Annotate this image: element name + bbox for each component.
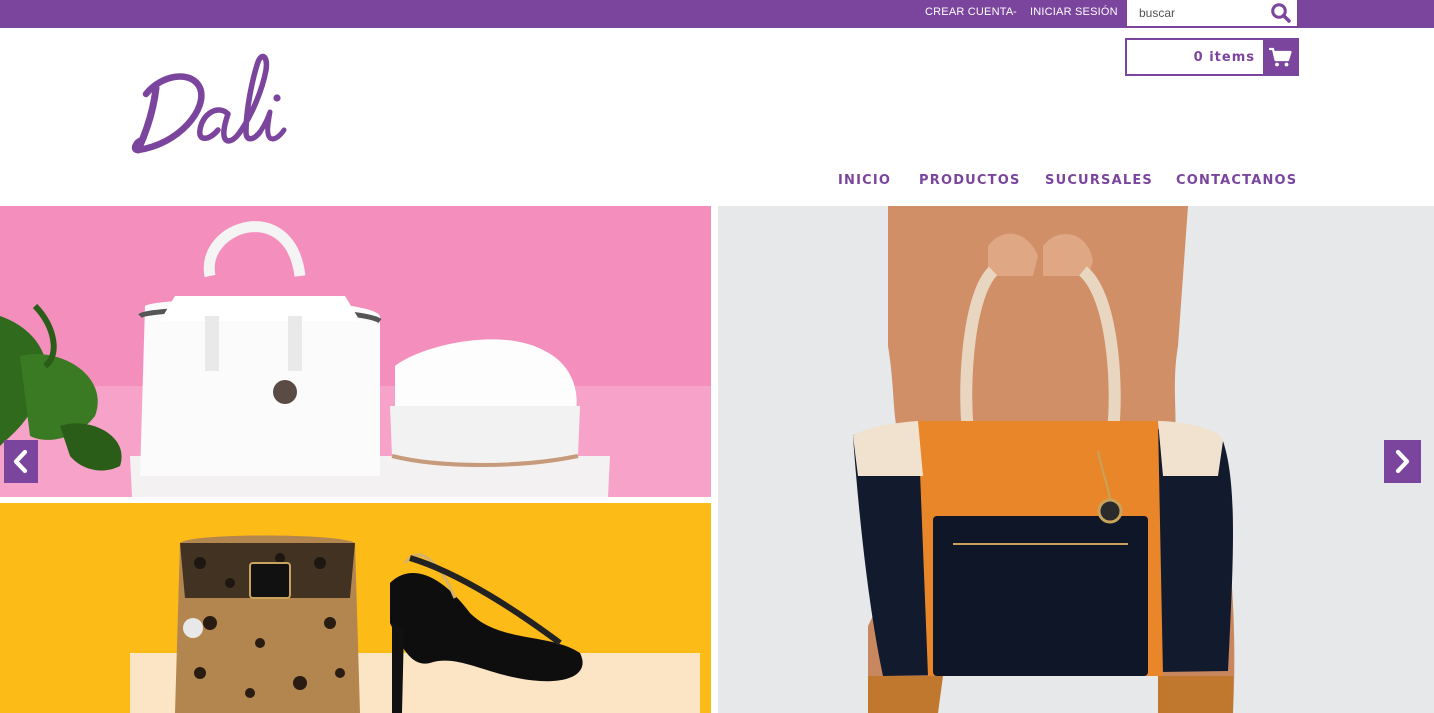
nav-item-inicio[interactable]: INICIO (838, 173, 891, 188)
banner-orange-tote[interactable] (718, 206, 1434, 713)
banner-leopard-bag-heels[interactable] (0, 503, 711, 713)
login-link[interactable]: INICIAR SESIÓN (1030, 6, 1118, 18)
search-box (1127, 0, 1297, 26)
create-account-link[interactable]: CREAR CUENTA (925, 6, 1013, 18)
top-bar: CREAR CUENTA - INICIAR SESIÓN (0, 0, 1434, 28)
chevron-right-icon (1395, 449, 1410, 474)
dali-logo[interactable] (128, 44, 298, 159)
chevron-left-icon (13, 449, 28, 474)
nav-item-contactanos[interactable]: CONTACTANOS (1176, 173, 1297, 188)
search-icon[interactable] (1269, 1, 1293, 25)
banner-white-bag-shoes[interactable] (0, 206, 711, 497)
cart-count-label: 0 items (1193, 50, 1255, 65)
search-input[interactable] (1127, 0, 1267, 26)
nav-item-sucursales[interactable]: SUCURSALES (1045, 173, 1153, 188)
cart-icon[interactable] (1263, 40, 1297, 74)
link-separator: - (1013, 6, 1017, 18)
slider-next-button[interactable] (1384, 440, 1421, 483)
nav-item-productos[interactable]: PRODUCTOS (919, 173, 1021, 188)
slider-prev-button[interactable] (4, 440, 38, 483)
cart-button[interactable]: 0 items (1125, 38, 1299, 76)
